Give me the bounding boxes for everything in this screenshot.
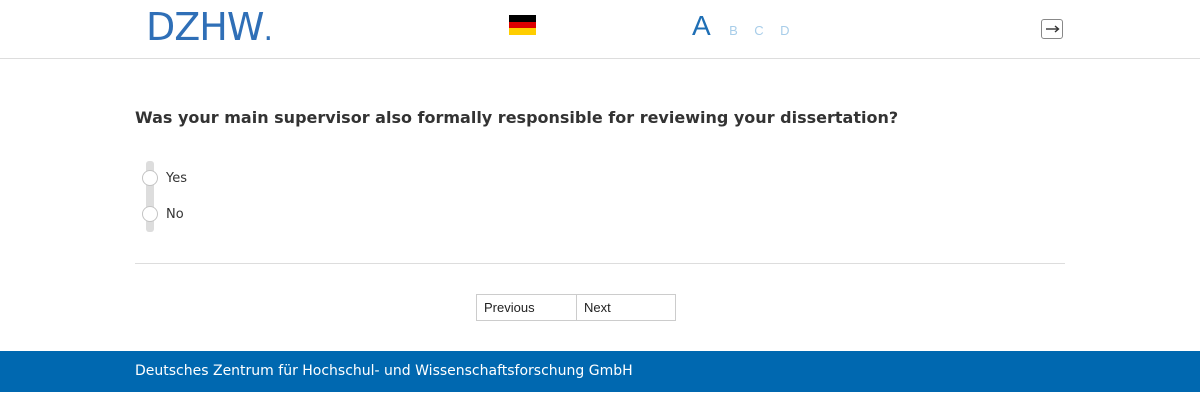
- footer-text: Deutsches Zentrum für Hochschul- und Wis…: [135, 363, 633, 379]
- exit-icon: [1046, 25, 1060, 33]
- radio-no[interactable]: [142, 206, 158, 222]
- logo-text: DZHW: [146, 5, 264, 49]
- previous-button[interactable]: Previous: [476, 294, 576, 321]
- next-button[interactable]: Next: [576, 294, 676, 321]
- radio-yes[interactable]: [142, 170, 158, 186]
- questionnaire-version-nav: A B C D: [692, 10, 802, 46]
- german-flag-icon[interactable]: [509, 15, 536, 36]
- footer: Deutsches Zentrum für Hochschul- und Wis…: [0, 351, 1200, 392]
- header: DZHW. A B C D: [0, 0, 1200, 59]
- option-yes[interactable]: Yes: [142, 170, 187, 186]
- logo-dot: .: [263, 13, 272, 48]
- version-a-link[interactable]: A: [692, 10, 711, 42]
- dzhw-logo: DZHW.: [146, 5, 273, 49]
- version-b-link[interactable]: B: [729, 23, 738, 38]
- option-no[interactable]: No: [142, 206, 184, 222]
- answer-options: Yes No: [142, 160, 262, 232]
- version-d-link[interactable]: D: [780, 23, 789, 38]
- divider: [135, 263, 1065, 264]
- option-yes-label: Yes: [166, 170, 187, 186]
- question-text: Was your main supervisor also formally r…: [135, 108, 899, 127]
- exit-button[interactable]: [1041, 19, 1063, 39]
- page-navigation: Previous Next: [476, 294, 676, 321]
- option-no-label: No: [166, 206, 184, 222]
- version-c-link[interactable]: C: [754, 23, 763, 38]
